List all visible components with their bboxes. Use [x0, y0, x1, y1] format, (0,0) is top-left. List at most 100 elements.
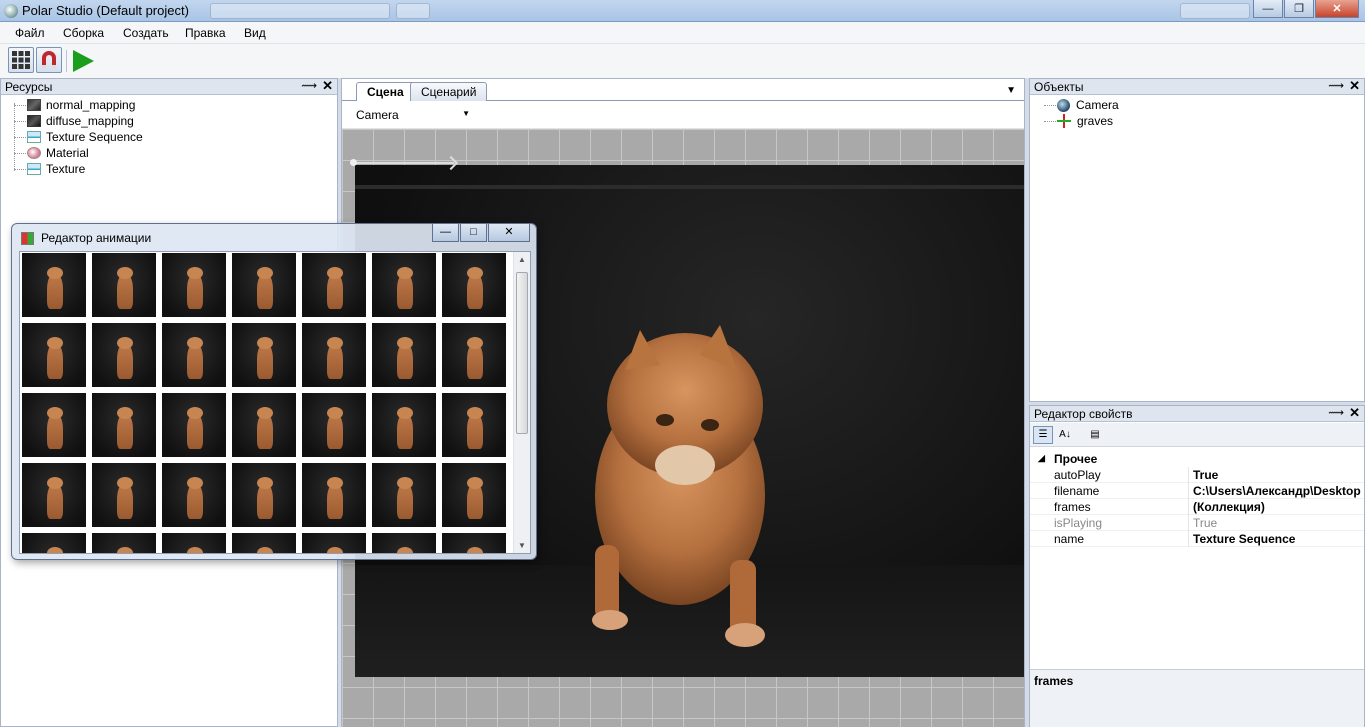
animation-frame[interactable] — [372, 253, 436, 317]
properties-panel: Редактор свойств ⟿ ✕ ☰ A↓ ▤ ◢ Прочее aut… — [1029, 405, 1365, 727]
animation-frame[interactable] — [162, 323, 226, 387]
property-row-autoplay[interactable]: autoPlay True — [1030, 467, 1364, 483]
minimize-button[interactable]: — — [432, 224, 459, 242]
tab-script[interactable]: Сценарий — [410, 82, 488, 101]
property-name: frames — [1054, 500, 1091, 514]
property-pages-icon[interactable]: ▤ — [1085, 426, 1105, 444]
animation-frame[interactable] — [22, 393, 86, 457]
taskbar-ghost-tab — [396, 3, 430, 19]
animation-frame[interactable] — [22, 323, 86, 387]
animation-frame[interactable] — [22, 463, 86, 527]
categorized-view-button[interactable]: ☰ — [1033, 426, 1053, 444]
animation-frame[interactable] — [372, 463, 436, 527]
animation-frame[interactable] — [22, 253, 86, 317]
resource-item-normal-mapping[interactable]: normal_mapping — [14, 97, 135, 113]
resources-header: Ресурсы ⟿ ✕ — [1, 78, 337, 95]
play-button[interactable] — [70, 48, 96, 74]
animation-frame[interactable] — [442, 323, 506, 387]
animation-frame[interactable] — [302, 323, 366, 387]
close-button[interactable]: ✕ — [488, 224, 530, 242]
animation-frame[interactable] — [442, 533, 506, 553]
animation-frame[interactable] — [92, 323, 156, 387]
pin-icon[interactable]: ⟿ — [1328, 79, 1344, 92]
pin-icon[interactable]: ⟿ — [301, 79, 317, 92]
property-value[interactable]: (Коллекция) — [1193, 500, 1265, 514]
property-value[interactable]: C:\Users\Александр\Desktop — [1193, 484, 1361, 498]
animation-frame[interactable] — [162, 393, 226, 457]
resource-item-material[interactable]: Material — [14, 145, 89, 161]
close-icon[interactable]: ✕ — [1349, 405, 1360, 421]
animation-frame[interactable] — [92, 463, 156, 527]
object-item-graves[interactable]: graves — [1044, 113, 1113, 129]
property-category[interactable]: ◢ Прочее — [1030, 451, 1364, 467]
close-icon[interactable]: ✕ — [1349, 78, 1360, 94]
alphabetical-sort-icon[interactable]: A↓ — [1055, 426, 1075, 444]
resource-item-texture-sequence[interactable]: Texture Sequence — [14, 129, 143, 145]
menu-view[interactable]: Вид — [244, 26, 266, 40]
animation-frame[interactable] — [442, 463, 506, 527]
close-icon[interactable]: ✕ — [322, 78, 333, 94]
dropdown-arrow-icon: ▼ — [462, 109, 470, 118]
animation-frame[interactable] — [232, 323, 296, 387]
property-row-frames[interactable]: frames (Коллекция) — [1030, 499, 1364, 515]
scroll-down-icon[interactable]: ▼ — [518, 541, 526, 550]
menu-build[interactable]: Сборка — [63, 26, 104, 40]
resource-item-diffuse-mapping[interactable]: diffuse_mapping — [14, 113, 134, 129]
menu-edit[interactable]: Правка — [185, 26, 226, 40]
animation-frame[interactable] — [302, 393, 366, 457]
animation-frame[interactable] — [22, 533, 86, 553]
property-value[interactable]: True — [1193, 468, 1218, 482]
property-value: True — [1193, 516, 1218, 530]
resource-label: normal_mapping — [46, 98, 136, 112]
property-name: isPlaying — [1054, 516, 1103, 530]
animation-frame[interactable] — [162, 253, 226, 317]
maximize-button[interactable]: ❐ — [1284, 0, 1314, 18]
tab-scene[interactable]: Сцена — [356, 82, 415, 102]
property-value[interactable]: Texture Sequence — [1193, 532, 1295, 546]
animation-editor-window[interactable]: Редактор анимации — □ ✕ ▲ ▼ — [11, 223, 537, 560]
chevron-down-icon[interactable]: ▼ — [1006, 85, 1016, 96]
property-row-name[interactable]: name Texture Sequence — [1030, 531, 1364, 547]
resource-label: Material — [46, 146, 89, 160]
animation-frame[interactable] — [162, 463, 226, 527]
animation-frame[interactable] — [232, 253, 296, 317]
animation-frame[interactable] — [92, 393, 156, 457]
camera-select[interactable]: Camera ▼ — [348, 105, 474, 125]
object-item-camera[interactable]: Camera — [1044, 97, 1119, 113]
category-label: Прочее — [1054, 452, 1098, 466]
menu-file[interactable]: Файл — [15, 26, 45, 40]
animation-frame[interactable] — [232, 463, 296, 527]
animation-frame[interactable] — [442, 253, 506, 317]
menu-create[interactable]: Создать — [123, 26, 169, 40]
frames-list: ▲ ▼ — [19, 251, 531, 554]
animation-frame[interactable] — [92, 533, 156, 553]
animation-frame[interactable] — [372, 533, 436, 553]
animation-frame[interactable] — [302, 463, 366, 527]
animation-frame[interactable] — [302, 253, 366, 317]
toolbar-separator — [66, 50, 67, 72]
material-icon — [27, 147, 41, 159]
animation-frame[interactable] — [302, 533, 366, 553]
animation-frame[interactable] — [92, 253, 156, 317]
property-row-filename[interactable]: filename C:\Users\Александр\Desktop — [1030, 483, 1364, 499]
scroll-up-icon[interactable]: ▲ — [518, 255, 526, 264]
minimize-button[interactable]: — — [1253, 0, 1283, 18]
collapse-icon[interactable]: ◢ — [1038, 453, 1045, 464]
animation-frame[interactable] — [162, 533, 226, 553]
animation-frame[interactable] — [232, 393, 296, 457]
camera-select-value: Camera — [356, 108, 399, 122]
animation-frame[interactable] — [442, 393, 506, 457]
vertical-scrollbar[interactable]: ▲ ▼ — [513, 252, 530, 553]
texture-dark-icon — [27, 115, 41, 127]
property-row-isplaying[interactable]: isPlaying True — [1030, 515, 1364, 531]
animation-frame[interactable] — [372, 323, 436, 387]
snap-button[interactable] — [36, 47, 62, 73]
grid-button[interactable] — [8, 47, 34, 73]
animation-frame[interactable] — [372, 393, 436, 457]
scroll-thumb[interactable] — [516, 272, 528, 434]
pin-icon[interactable]: ⟿ — [1328, 406, 1344, 419]
close-button[interactable]: ✕ — [1315, 0, 1359, 18]
maximize-button[interactable]: □ — [460, 224, 487, 242]
animation-frame[interactable] — [232, 533, 296, 553]
resource-item-texture[interactable]: Texture — [14, 161, 85, 177]
